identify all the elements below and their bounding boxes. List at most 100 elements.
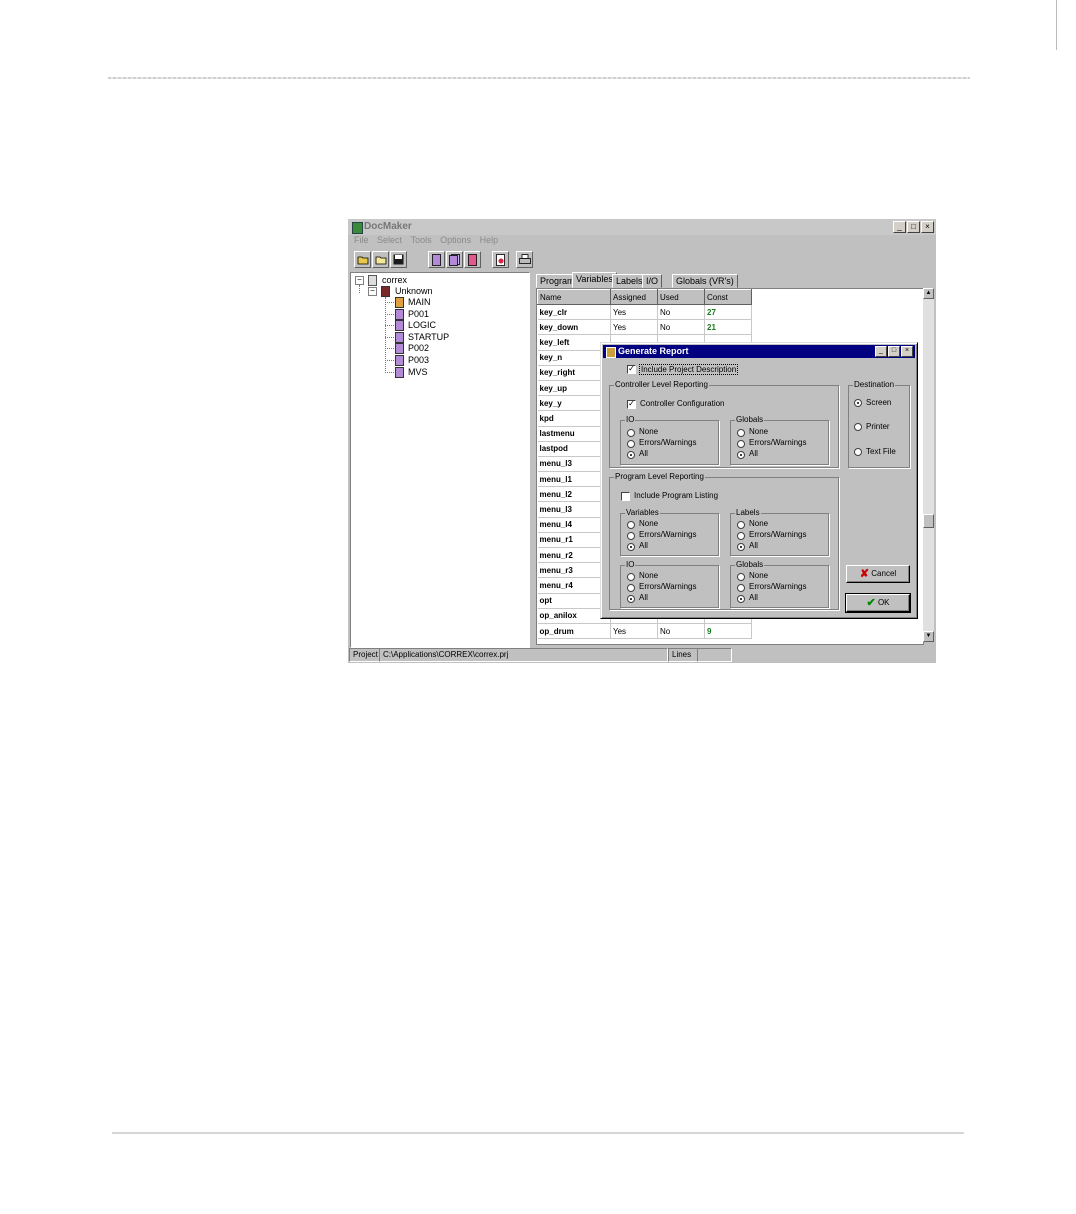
status-lines-label: Lines — [668, 648, 698, 662]
title-bar: DocMaker _ □ × — [348, 219, 936, 235]
include-project-description-label: Include Project Description — [639, 364, 739, 375]
dialog-title: Generate Report — [618, 346, 689, 356]
maximize-button[interactable]: □ — [907, 221, 920, 233]
tree-program-p002[interactable]: P002 — [408, 343, 429, 353]
scroll-down-icon[interactable]: ▼ — [923, 631, 934, 642]
destination-screen-radio[interactable] — [854, 399, 862, 407]
dialog-maximize-button[interactable]: □ — [888, 346, 900, 357]
export-icon[interactable] — [492, 251, 509, 268]
program-globals-all-radio[interactable] — [737, 595, 745, 603]
tree-root[interactable]: correx — [382, 275, 407, 285]
controller-configuration-checkbox[interactable]: ✓ — [627, 400, 636, 409]
program-io-title: IO — [625, 560, 636, 569]
controller-io-errors-radio[interactable] — [627, 440, 635, 448]
tab-strip: Program Variables Labels I/O Globals (VR… — [534, 272, 934, 288]
variables-none-label: None — [639, 519, 659, 528]
destination-textfile-radio[interactable] — [854, 448, 862, 456]
cell-name: key_clr — [537, 304, 611, 321]
page-edge-line — [1056, 0, 1057, 50]
table-row[interactable]: key_down Yes No 21 — [537, 319, 752, 336]
controller-io-all-radio[interactable] — [627, 451, 635, 459]
documents-icon[interactable] — [446, 251, 463, 268]
cell-used: No — [657, 304, 705, 321]
variables-all-radio[interactable] — [627, 543, 635, 551]
cancel-button[interactable]: ✘ Cancel — [846, 565, 910, 583]
save-icon[interactable] — [390, 251, 407, 268]
program-io-none-radio[interactable] — [627, 573, 635, 581]
collapse-unknown-icon[interactable]: − — [368, 287, 377, 296]
collapse-root-icon[interactable]: − — [355, 276, 364, 285]
menu-tools[interactable]: Tools — [411, 235, 432, 245]
destination-printer-radio[interactable] — [854, 423, 862, 431]
scroll-up-icon[interactable]: ▲ — [923, 288, 934, 299]
dialog-close-button[interactable]: × — [901, 346, 913, 357]
column-header-assigned[interactable]: Assigned — [610, 289, 658, 305]
report-icon[interactable] — [464, 251, 481, 268]
tree-program-logic[interactable]: LOGIC — [408, 320, 436, 330]
menu-help[interactable]: Help — [480, 235, 499, 245]
program-level-title: Program Level Reporting — [614, 472, 705, 481]
program-icon — [395, 320, 404, 331]
open-folder-icon[interactable] — [354, 251, 371, 268]
labels-none-radio[interactable] — [737, 521, 745, 529]
program-io-errors-radio[interactable] — [627, 584, 635, 592]
column-header-name[interactable]: Name — [537, 289, 611, 305]
menu-options[interactable]: Options — [440, 235, 471, 245]
table-row[interactable]: key_clr Yes No 27 — [537, 304, 752, 321]
include-program-listing-label: Include Program Listing — [634, 491, 719, 500]
scroll-thumb[interactable] — [923, 514, 934, 528]
column-header-used[interactable]: Used — [657, 289, 705, 305]
minimize-button[interactable]: _ — [893, 221, 906, 233]
controller-level-group: Controller Level Reporting ✓ Controller … — [609, 380, 839, 468]
controller-globals-all-radio[interactable] — [737, 451, 745, 459]
variables-all-label: All — [639, 541, 648, 550]
new-folder-icon[interactable] — [372, 251, 389, 268]
tab-globals[interactable]: Globals (VR's) — [672, 274, 738, 288]
tree-unknown[interactable]: Unknown — [395, 286, 433, 296]
variables-errors-radio[interactable] — [627, 532, 635, 540]
tree-program-p003[interactable]: P003 — [408, 355, 429, 365]
print-icon[interactable] — [516, 251, 533, 268]
program-globals-errors-radio[interactable] — [737, 584, 745, 592]
document-icon[interactable] — [428, 251, 445, 268]
vertical-scrollbar[interactable]: ▲ ▼ — [923, 288, 934, 642]
labels-all-radio[interactable] — [737, 543, 745, 551]
ok-button[interactable]: ✔ OK — [845, 593, 911, 613]
destination-group: Destination Screen Printer Text File — [848, 380, 910, 468]
tree-program-startup[interactable]: STARTUP — [408, 332, 449, 342]
program-variables-title: Variables — [625, 508, 660, 517]
tree-branch — [385, 302, 394, 303]
tree-program-p001[interactable]: P001 — [408, 309, 429, 319]
dialog-title-bar: Generate Report _ □ × — [603, 345, 915, 358]
controller-globals-none-radio[interactable] — [737, 429, 745, 437]
program-icon — [395, 367, 404, 378]
app-icon — [352, 222, 363, 234]
table-row[interactable]: op_drum Yes No 9 — [537, 623, 752, 640]
program-io-all-radio[interactable] — [627, 595, 635, 603]
include-program-listing-checkbox[interactable] — [621, 492, 630, 501]
cell-assigned: Yes — [610, 623, 658, 640]
footer-rule — [112, 1132, 964, 1134]
dialog-minimize-button[interactable]: _ — [875, 346, 887, 357]
labels-errors-radio[interactable] — [737, 532, 745, 540]
tree-program-main[interactable]: MAIN — [408, 297, 431, 307]
dialog-icon — [606, 347, 616, 358]
column-header-const[interactable]: Const — [704, 289, 752, 305]
controller-configuration-label: Controller Configuration — [640, 399, 725, 408]
variables-none-radio[interactable] — [627, 521, 635, 529]
include-project-description-checkbox[interactable]: ✓ — [627, 365, 636, 374]
controller-globals-errors-radio[interactable] — [737, 440, 745, 448]
menu-select[interactable]: Select — [377, 235, 402, 245]
close-button[interactable]: × — [921, 221, 934, 233]
program-globals-none-radio[interactable] — [737, 573, 745, 581]
tree-branch — [385, 360, 394, 361]
labels-errors-label: Errors/Warnings — [749, 530, 807, 539]
program-icon — [395, 332, 404, 343]
tree-program-mvs[interactable]: MVS — [408, 367, 428, 377]
tab-io[interactable]: I/O — [642, 274, 663, 288]
controller-io-none-radio[interactable] — [627, 429, 635, 437]
tree-branch — [385, 348, 394, 349]
docmaker-window: DocMaker _ □ × File Select Tools Options… — [348, 219, 936, 663]
tab-variables[interactable]: Variables — [572, 272, 617, 288]
menu-file[interactable]: File — [354, 235, 369, 245]
